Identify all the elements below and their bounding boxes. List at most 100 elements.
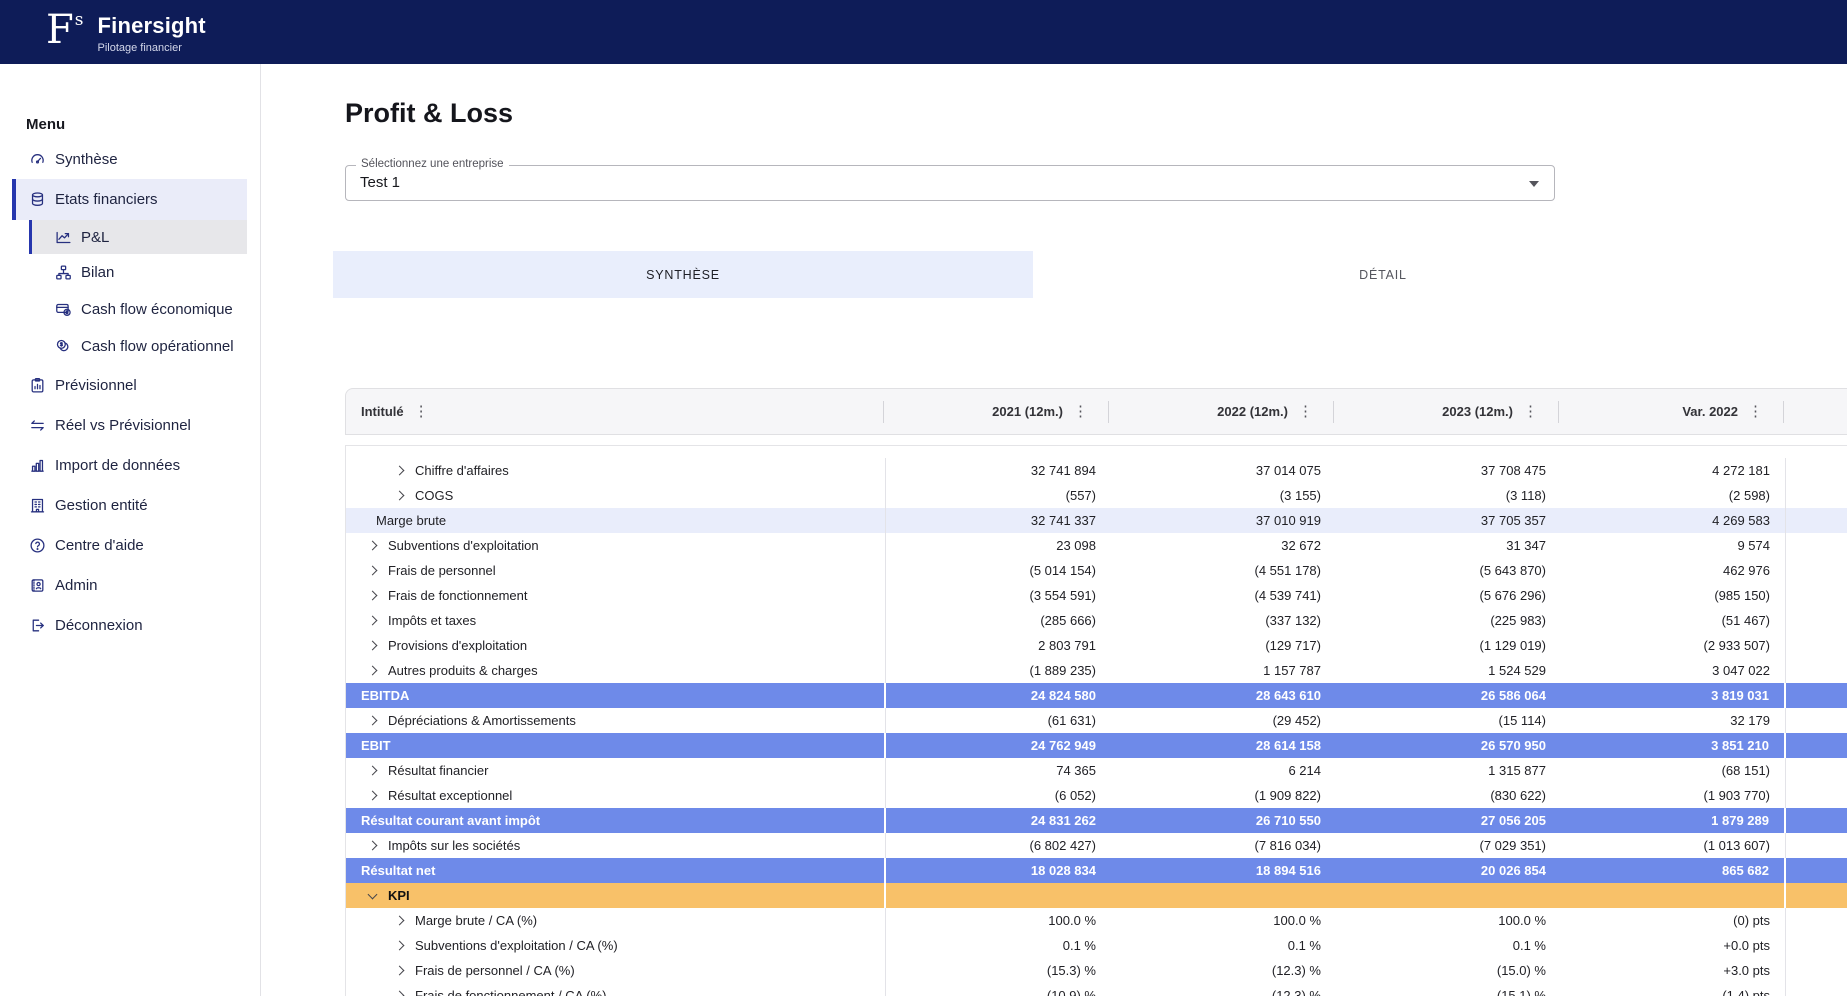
row-label: Subventions d'exploitation / CA (%)	[415, 938, 618, 953]
sidebar-item-d-connexion[interactable]: Déconnexion	[0, 605, 260, 645]
sidebar-item-label: Prévisionnel	[55, 377, 137, 394]
table-row-r-sultat-exceptionnel[interactable]: Résultat exceptionnel(6 052)(1 909 822)(…	[346, 783, 1847, 808]
table-row-imp-ts-et-taxes[interactable]: Impôts et taxes(285 666)(337 132)(225 98…	[346, 608, 1847, 633]
value-cell-2023-12m: (830 622)	[1336, 788, 1561, 803]
chevron-right-icon[interactable]	[368, 766, 378, 776]
table-row-marge-brute-ca[interactable]: Marge brute / CA (%)100.0 %100.0 %100.0 …	[346, 908, 1847, 933]
chevron-right-icon[interactable]	[368, 591, 378, 601]
sidebar-item-p&l[interactable]: P&L	[29, 220, 247, 254]
row-label-cell: EBITDA	[346, 683, 886, 708]
sidebar-item-pr-visionnel[interactable]: Prévisionnel	[0, 365, 260, 405]
value-cell-2021-12m: (15.3) %	[886, 963, 1111, 978]
value-cell-2022-12m: 18 894 516	[1111, 863, 1336, 878]
kebab-vertical-icon[interactable]: ⋮	[1073, 404, 1088, 419]
value-cell-2022-12m: (7 816 034)	[1111, 838, 1336, 853]
caret-down-icon[interactable]	[1529, 181, 1539, 187]
row-label-cell: Frais de fonctionnement / CA (%)	[346, 983, 886, 996]
value-cell-2023-12m: 20 026 854	[1336, 863, 1561, 878]
chevron-right-icon[interactable]	[395, 491, 405, 501]
table-row-frais-de-personnel-ca[interactable]: Frais de personnel / CA (%)(15.3) %(12.3…	[346, 958, 1847, 983]
kebab-vertical-icon[interactable]: ⋮	[1748, 404, 1763, 419]
tab-d-tail[interactable]: DÉTAIL	[1033, 251, 1733, 298]
column-separator[interactable]	[883, 401, 884, 423]
chevron-right-icon[interactable]	[368, 641, 378, 651]
value-cell-2022-12m: 0.1 %	[1111, 938, 1336, 953]
gauge-icon	[28, 150, 46, 168]
row-label-cell: Chiffre d'affaires	[346, 458, 886, 483]
company-select[interactable]: Sélectionnez une entreprise Test 1	[345, 165, 1555, 201]
chevron-right-icon[interactable]	[395, 466, 405, 476]
sidebar-item-label: Synthèse	[55, 151, 118, 168]
sidebar-item-r-el-vs-pr-visionnel[interactable]: Réel vs Prévisionnel	[0, 405, 260, 445]
table-row-chiffre-d-affaires[interactable]: Chiffre d'affaires32 741 89437 014 07537…	[346, 458, 1847, 483]
value-cell-2023-12m: 1 315 877	[1336, 763, 1561, 778]
logo-superscript: s	[75, 12, 84, 29]
row-label: Frais de fonctionnement / CA (%)	[415, 988, 606, 996]
table-body: Chiffre d'affaires32 741 89437 014 07537…	[345, 445, 1847, 996]
value-cell-var-2022: 462 976	[1561, 558, 1786, 583]
tab-synth-se[interactable]: SYNTHÈSE	[333, 251, 1033, 298]
table-row-frais-de-personnel[interactable]: Frais de personnel(5 014 154)(4 551 178)…	[346, 558, 1847, 583]
chevron-right-icon[interactable]	[395, 916, 405, 926]
row-label: Subventions d'exploitation	[388, 538, 539, 553]
table-row-subventions-d-exploitation-ca[interactable]: Subventions d'exploitation / CA (%) 0.1 %…	[346, 933, 1847, 958]
table-row-r-sultat-financier[interactable]: Résultat financier74 3656 2141 315 877(6…	[346, 758, 1847, 783]
row-label: Impôts sur les sociétés	[388, 838, 520, 853]
row-label-cell: KPI	[346, 883, 886, 908]
chevron-right-icon[interactable]	[368, 666, 378, 676]
value-cell-var-2022: 3 851 210	[1561, 733, 1786, 758]
table-row-imp-ts-sur-les-soci-t-s[interactable]: Impôts sur les sociétés(6 802 427)(7 816…	[346, 833, 1847, 858]
chevron-down-icon[interactable]	[368, 889, 378, 899]
table-row-autres-produits-&-charges[interactable]: Autres produits & charges(1 889 235)1 15…	[346, 658, 1847, 683]
sidebar-item-label: Import de données	[55, 457, 180, 474]
chevron-right-icon[interactable]	[368, 616, 378, 626]
table-row-d-pr-ciations-&-amortissements[interactable]: Dépréciations & Amortissements(61 631)(2…	[346, 708, 1847, 733]
chevron-right-icon[interactable]	[368, 791, 378, 801]
value-cell-2021-12m: (5 014 154)	[886, 563, 1111, 578]
sidebar-item-admin[interactable]: Admin	[0, 565, 260, 605]
table-row-frais-de-fonctionnement-ca[interactable]: Frais de fonctionnement / CA (%)(10.9) %…	[346, 983, 1847, 996]
sidebar-item-bilan[interactable]: Bilan	[0, 254, 260, 291]
sidebar-item-etats-financiers[interactable]: Etats financiers	[12, 179, 247, 220]
sidebar-item-cash-flow-op-rationnel[interactable]: Cash flow opérationnel	[0, 328, 260, 365]
sidebar-item-synth-se[interactable]: Synthèse	[0, 139, 260, 179]
value-cell-2021-12m: 0.1 %	[886, 938, 1111, 953]
row-label-cell: Provisions d'exploitation	[346, 633, 886, 658]
value-cell-var-2022: (2 598)	[1561, 483, 1786, 508]
row-label-cell: Autres produits & charges	[346, 658, 886, 683]
table-row-provisions-d-exploitation[interactable]: Provisions d'exploitation2 803 791(129 7…	[346, 633, 1847, 658]
column-separator[interactable]	[1108, 401, 1109, 423]
row-label-cell: Subventions d'exploitation	[346, 533, 886, 558]
chevron-right-icon[interactable]	[368, 541, 378, 551]
value-cell-2023-12m: (7 029 351)	[1336, 838, 1561, 853]
kebab-vertical-icon[interactable]: ⋮	[414, 404, 429, 419]
chevron-right-icon[interactable]	[368, 841, 378, 851]
brand-tagline: Pilotage financier	[98, 42, 206, 54]
chevron-right-icon[interactable]	[395, 941, 405, 951]
brand-logo[interactable]: F s Finersight Pilotage financier	[46, 10, 206, 54]
row-label-cell: Résultat net	[346, 858, 886, 883]
main-content: Profit & Loss Sélectionnez une entrepris…	[261, 64, 1847, 996]
table-row-subventions-d-exploitation[interactable]: Subventions d'exploitation23 09832 67231…	[346, 533, 1847, 558]
page-title: Profit & Loss	[345, 98, 1847, 129]
sidebar-item-centre-d-aide[interactable]: Centre d'aide	[0, 525, 260, 565]
column-separator[interactable]	[1558, 401, 1559, 423]
kebab-vertical-icon[interactable]: ⋮	[1298, 404, 1313, 419]
column-separator[interactable]	[1783, 401, 1784, 423]
coins-icon	[54, 338, 72, 356]
chevron-right-icon[interactable]	[395, 966, 405, 976]
chevron-right-icon[interactable]	[368, 716, 378, 726]
chevron-right-icon[interactable]	[395, 991, 405, 996]
table-row-cogs[interactable]: COGS(557)(3 155)(3 118)(2 598)	[346, 483, 1847, 508]
chevron-right-icon[interactable]	[368, 566, 378, 576]
row-label: Chiffre d'affaires	[415, 463, 509, 478]
table-row-kpi[interactable]: KPI	[346, 883, 1847, 908]
table-row-frais-de-fonctionnement[interactable]: Frais de fonctionnement(3 554 591)(4 539…	[346, 583, 1847, 608]
sidebar-item-import-de-donn-es[interactable]: Import de données	[0, 445, 260, 485]
column-separator[interactable]	[1333, 401, 1334, 423]
sidebar-item-gestion-entit[interactable]: Gestion entité	[0, 485, 260, 525]
kebab-vertical-icon[interactable]: ⋮	[1523, 404, 1538, 419]
value-cell-var-2022	[1561, 883, 1786, 908]
sidebar-item-cash-flow-conomique[interactable]: Cash flow économique	[0, 291, 260, 328]
row-label: Marge brute	[376, 513, 446, 528]
